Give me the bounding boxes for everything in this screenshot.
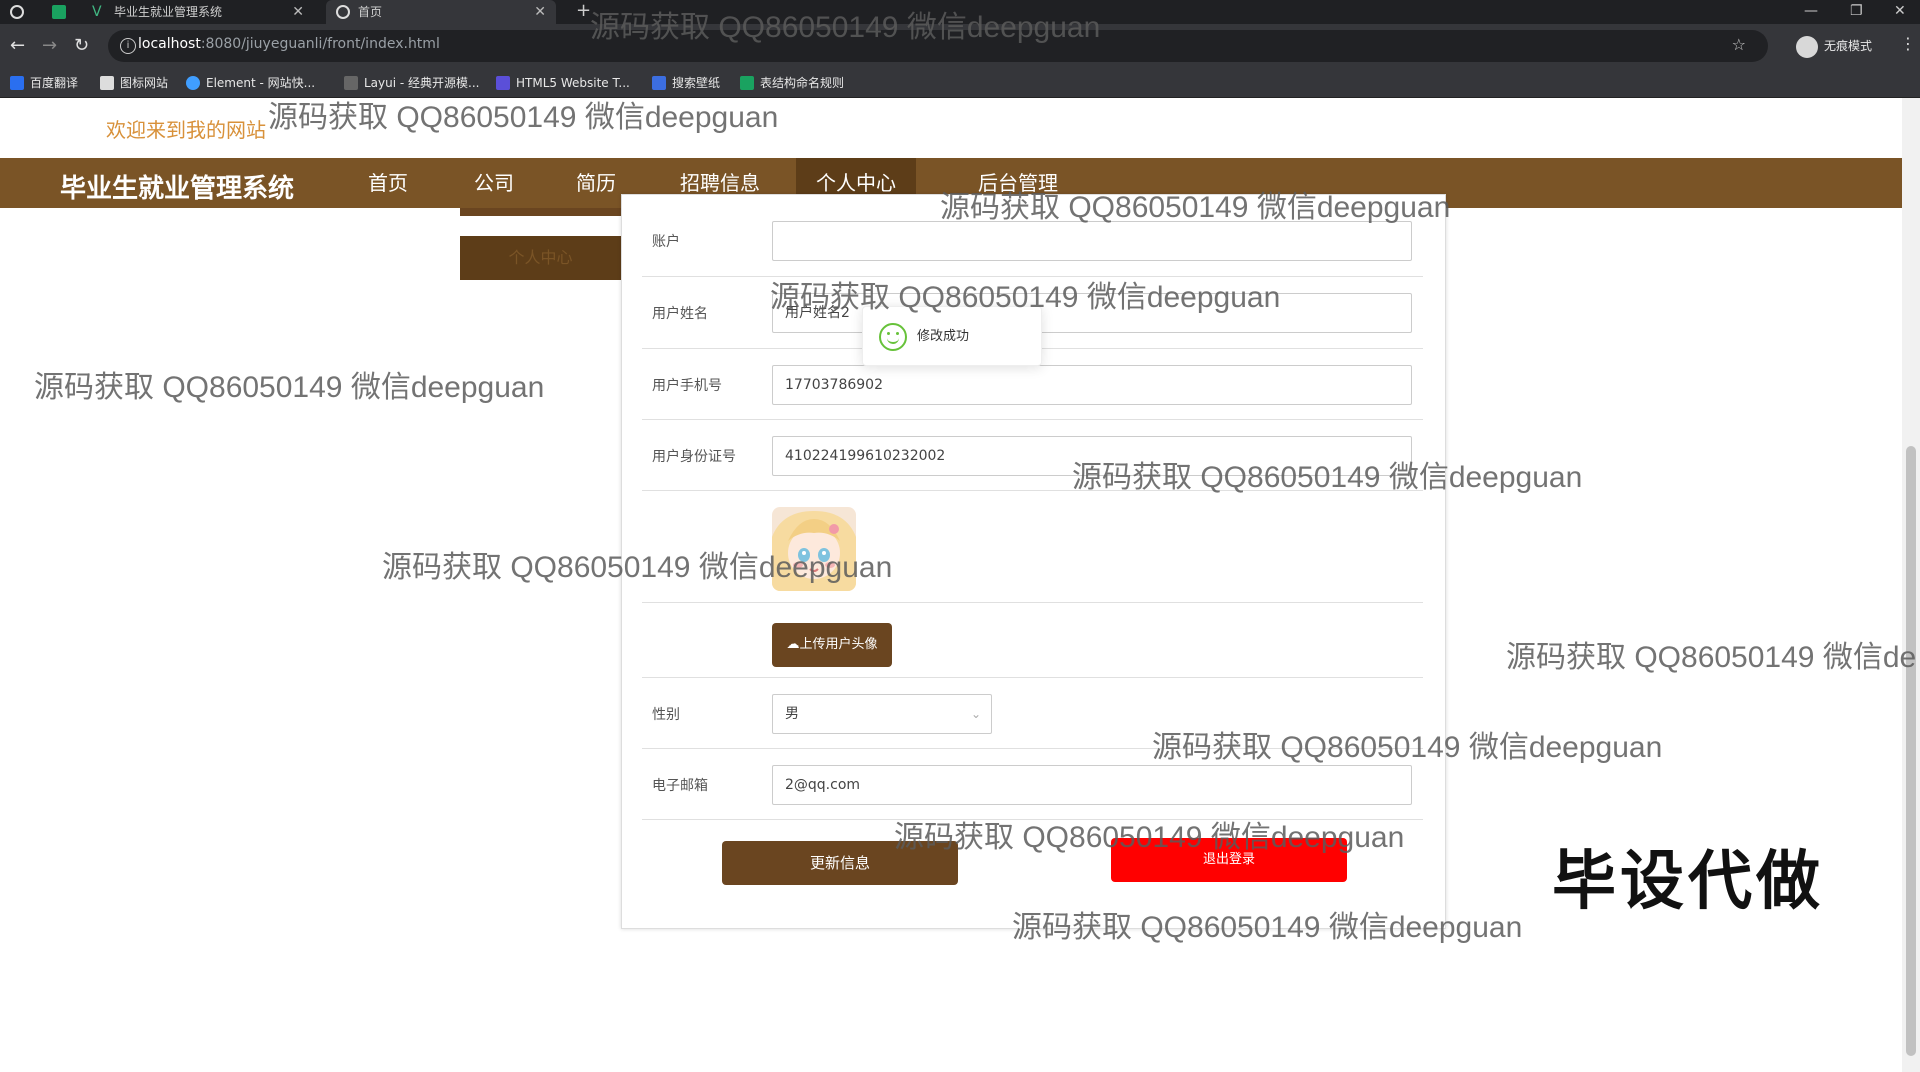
- site-brand[interactable]: 毕业生就业管理系统: [60, 168, 294, 205]
- globe-icon: [336, 5, 350, 19]
- watermark: 源码获取 QQ86050149 微信de: [1506, 641, 1917, 674]
- side-menu-personal-center[interactable]: 个人中心: [460, 236, 621, 280]
- upload-button-label: 上传用户头像: [799, 637, 878, 652]
- tab-graduate-system[interactable]: V 毕业生就业管理系统 ✕: [82, 0, 314, 24]
- account-label: 账户: [652, 234, 680, 250]
- scrollbar-thumb[interactable]: [1906, 446, 1916, 1056]
- url-host: localhost: [138, 36, 201, 52]
- gender-select[interactable]: 男 ⌄: [772, 694, 992, 734]
- watermark: 源码获取 QQ86050149 微信deepguan: [34, 371, 545, 404]
- browser-menu-tab[interactable]: [0, 0, 30, 24]
- bookmark-label: Layui - 经典开源模...: [364, 76, 480, 90]
- account-input[interactable]: [772, 221, 1412, 261]
- phone-label: 用户手机号: [652, 378, 722, 394]
- web-page: 欢迎来到我的网站 毕业生就业管理系统 首页 公司 简历 招聘信息 个人中心 后台…: [0, 98, 1902, 1072]
- sheet-icon: [52, 5, 66, 19]
- incognito-icon: [1796, 35, 1818, 58]
- close-window-icon[interactable]: ✕: [1894, 0, 1906, 22]
- bookmark-label: Element - 网站快...: [206, 76, 316, 90]
- more-menu-icon[interactable]: ⋮: [1900, 34, 1916, 53]
- chevron-down-icon: ⌄: [970, 707, 981, 721]
- wallpaper-icon: [652, 76, 666, 90]
- profile-label: 无痕模式: [1824, 39, 1873, 53]
- new-tab-button[interactable]: +: [576, 0, 591, 22]
- watermark: 源码获取 QQ86050149 微信deepguan: [1152, 731, 1663, 764]
- tab-label: 毕业生就业管理系统: [114, 5, 223, 19]
- email-input[interactable]: 2@qq.com: [772, 765, 1412, 805]
- name-label: 用户姓名: [652, 306, 708, 322]
- globe-icon: [10, 5, 24, 19]
- bookmark-label: 表结构命名规则: [760, 76, 845, 90]
- nav-company[interactable]: 公司: [454, 158, 534, 208]
- html5-icon: [496, 76, 510, 90]
- watermark: 源码获取 QQ86050149 微信deepguan: [268, 101, 779, 134]
- minimize-icon[interactable]: —: [1804, 0, 1818, 22]
- bookmark-star-icon[interactable]: ☆: [1732, 35, 1746, 54]
- success-smile-icon: [879, 323, 907, 351]
- bookmark-label: 百度翻译: [30, 76, 79, 90]
- watermark: 源码获取 QQ86050149 微信deepguan: [940, 191, 1451, 224]
- phone-input[interactable]: 17703786902: [772, 365, 1412, 405]
- vue-logo-icon: V: [92, 4, 102, 20]
- promo-overlay-text: 毕设代做: [1552, 845, 1824, 919]
- url-text: localhost:8080/jiuyeguanli/front/index.h…: [138, 36, 440, 52]
- upload-row: ☁上传用户头像: [642, 603, 1423, 678]
- gender-label: 性别: [652, 707, 680, 723]
- incognito-profile[interactable]: 无痕模式: [1796, 32, 1872, 60]
- upload-avatar-button[interactable]: ☁上传用户头像: [772, 623, 892, 667]
- bookmark-item[interactable]: 百度翻译: [10, 68, 78, 98]
- element-icon: [186, 76, 200, 90]
- nav-home[interactable]: 首页: [348, 158, 428, 208]
- bookmark-item[interactable]: 图标网站: [100, 68, 168, 98]
- back-icon[interactable]: ←: [10, 35, 25, 56]
- close-icon[interactable]: ✕: [534, 0, 546, 24]
- gender-value: 男: [785, 706, 799, 722]
- table-icon: [740, 76, 754, 90]
- bookmark-label: 搜索壁纸: [672, 76, 721, 90]
- url-path: :8080/jiuyeguanli/front/index.html: [200, 36, 440, 52]
- tab-home[interactable]: 首页 ✕: [326, 0, 556, 24]
- forward-icon[interactable]: →: [42, 35, 57, 56]
- close-icon[interactable]: ✕: [292, 0, 304, 24]
- layui-icon: [344, 76, 358, 90]
- welcome-text: 欢迎来到我的网站: [106, 118, 266, 142]
- watermark: 源码获取 QQ86050149 微信deepguan: [1012, 911, 1523, 944]
- watermark: 源码获取 QQ86050149 微信deepguan: [1072, 461, 1583, 494]
- watermark: 源码获取 QQ86050149 微信deepguan: [770, 281, 1281, 314]
- bookmark-label: HTML5 Website T...: [516, 76, 630, 90]
- tab-label: 首页: [358, 5, 383, 19]
- reload-icon[interactable]: ↻: [74, 35, 89, 56]
- watermark: 源码获取 QQ86050149 微信deepguan: [894, 821, 1405, 854]
- restore-icon[interactable]: ❐: [1850, 0, 1863, 22]
- flag-icon: [100, 76, 114, 90]
- bookmark-label: 图标网站: [120, 76, 169, 90]
- pinned-tab[interactable]: [48, 0, 72, 24]
- id-label: 用户身份证号: [652, 449, 736, 465]
- translate-icon: [10, 76, 24, 90]
- info-icon[interactable]: i: [120, 38, 136, 54]
- email-label: 电子邮箱: [652, 778, 708, 794]
- toast-message: 修改成功: [917, 329, 970, 344]
- cloud-upload-icon: ☁: [786, 637, 800, 652]
- watermark: 源码获取 QQ86050149 微信deepguan: [382, 551, 893, 584]
- watermark: 源码获取 QQ86050149 微信deepguan: [590, 11, 1101, 44]
